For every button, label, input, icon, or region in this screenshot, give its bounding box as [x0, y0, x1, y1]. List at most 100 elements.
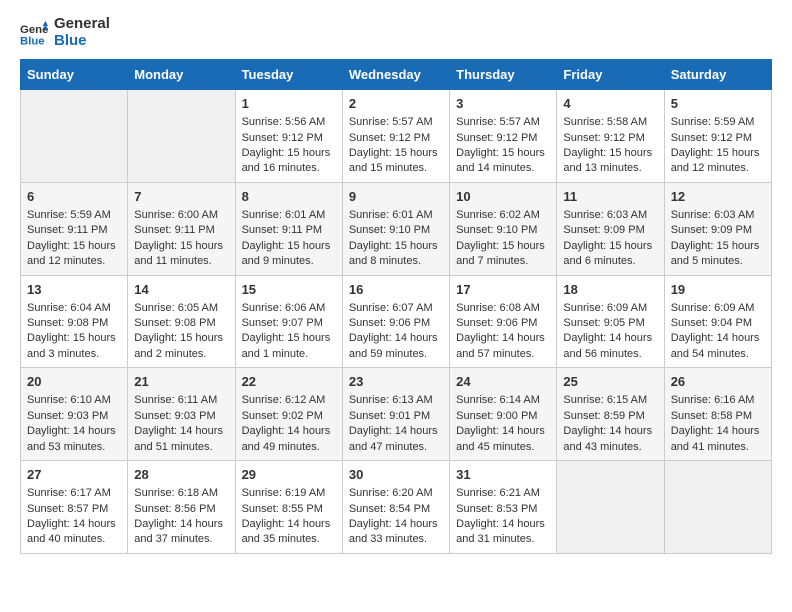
day-number: 3	[456, 95, 550, 113]
sunset-text: Sunset: 9:03 PM	[27, 409, 121, 424]
day-number: 30	[349, 466, 443, 484]
calendar-cell: 18 Sunrise: 6:09 AMSunset: 9:05 PMDayligh…	[557, 275, 664, 368]
sunrise-text: Sunrise: 6:13 AM	[349, 393, 443, 408]
day-number: 8	[242, 188, 336, 206]
daylight-text: Daylight: 15 hours and 5 minutes.	[671, 239, 765, 270]
sunset-text: Sunset: 8:59 PM	[563, 409, 657, 424]
day-number: 31	[456, 466, 550, 484]
week-row-0: 1Sunrise: 5:56 AMSunset: 9:12 PMDaylight…	[21, 90, 772, 183]
calendar-cell: 31Sunrise: 6:21 AMSunset: 8:53 PMDayligh…	[450, 461, 557, 554]
sunrise-text: Sunrise: 6:05 AM	[134, 301, 228, 316]
header-day-monday: Monday	[128, 60, 235, 90]
day-number: 28	[134, 466, 228, 484]
day-number: 26	[671, 373, 765, 391]
sunrise-text: Sunrise: 6:03 AM	[563, 208, 657, 223]
sunset-text: Sunset: 9:08 PM	[134, 316, 228, 331]
sunrise-text: Sunrise: 6:03 AM	[671, 208, 765, 223]
sunset-text: Sunset: 9:10 PM	[456, 223, 550, 238]
sunrise-text: Sunrise: 5:59 AM	[671, 115, 765, 130]
daylight-text: Daylight: 15 hours and 16 minutes.	[242, 146, 336, 177]
sunset-text: Sunset: 8:55 PM	[242, 502, 336, 517]
calendar-cell: 12Sunrise: 6:03 AMSunset: 9:09 PMDayligh…	[664, 182, 771, 275]
day-number: 22	[242, 373, 336, 391]
calendar-cell: 19Sunrise: 6:09 AMSunset: 9:04 PMDayligh…	[664, 275, 771, 368]
daylight-text: Daylight: 15 hours and 8 minutes.	[349, 239, 443, 270]
day-number: 24	[456, 373, 550, 391]
calendar-cell	[664, 461, 771, 554]
daylight-text: Daylight: 14 hours and 37 minutes.	[134, 517, 228, 548]
daylight-text: Daylight: 14 hours and 51 minutes.	[134, 424, 228, 455]
sunrise-text: Sunrise: 6:11 AM	[134, 393, 228, 408]
daylight-text: Daylight: 14 hours and 57 minutes.	[456, 331, 550, 362]
daylight-text: Daylight: 14 hours and 31 minutes.	[456, 517, 550, 548]
sunset-text: Sunset: 9:06 PM	[456, 316, 550, 331]
day-number: 19	[671, 281, 765, 299]
daylight-text: Daylight: 15 hours and 1 minute.	[242, 331, 336, 362]
calendar-cell: 26Sunrise: 6:16 AMSunset: 8:58 PMDayligh…	[664, 368, 771, 461]
daylight-text: Daylight: 14 hours and 33 minutes.	[349, 517, 443, 548]
week-row-1: 6Sunrise: 5:59 AMSunset: 9:11 PMDaylight…	[21, 182, 772, 275]
calendar-cell: 13Sunrise: 6:04 AMSunset: 9:08 PMDayligh…	[21, 275, 128, 368]
daylight-text: Daylight: 14 hours and 35 minutes.	[242, 517, 336, 548]
sunset-text: Sunset: 9:04 PM	[671, 316, 765, 331]
calendar-cell: 5Sunrise: 5:59 AMSunset: 9:12 PMDaylight…	[664, 90, 771, 183]
sunrise-text: Sunrise: 5:57 AM	[456, 115, 550, 130]
calendar-cell: 8Sunrise: 6:01 AMSunset: 9:11 PMDaylight…	[235, 182, 342, 275]
sunset-text: Sunset: 9:06 PM	[349, 316, 443, 331]
day-number: 16	[349, 281, 443, 299]
logo: General Blue General Blue	[20, 16, 110, 49]
sunset-text: Sunset: 9:11 PM	[134, 223, 228, 238]
calendar-header: SundayMondayTuesdayWednesdayThursdayFrid…	[21, 60, 772, 90]
sunset-text: Sunset: 9:11 PM	[27, 223, 121, 238]
calendar-cell: 6Sunrise: 5:59 AMSunset: 9:11 PMDaylight…	[21, 182, 128, 275]
day-number: 23	[349, 373, 443, 391]
sunrise-text: Sunrise: 6:20 AM	[349, 486, 443, 501]
sunrise-text: Sunrise: 6:19 AM	[242, 486, 336, 501]
sunrise-text: Sunrise: 6:12 AM	[242, 393, 336, 408]
sunset-text: Sunset: 9:10 PM	[349, 223, 443, 238]
day-number: 18	[563, 281, 657, 299]
week-row-2: 13Sunrise: 6:04 AMSunset: 9:08 PMDayligh…	[21, 275, 772, 368]
calendar-cell	[557, 461, 664, 554]
daylight-text: Daylight: 14 hours and 49 minutes.	[242, 424, 336, 455]
daylight-text: Daylight: 15 hours and 6 minutes.	[563, 239, 657, 270]
day-number: 9	[349, 188, 443, 206]
sunset-text: Sunset: 9:02 PM	[242, 409, 336, 424]
calendar-cell: 21Sunrise: 6:11 AMSunset: 9:03 PMDayligh…	[128, 368, 235, 461]
logo-icon: General Blue	[20, 19, 48, 47]
day-number: 20	[27, 373, 121, 391]
sunrise-text: Sunrise: 6:06 AM	[242, 301, 336, 316]
calendar-cell: 15Sunrise: 6:06 AMSunset: 9:07 PMDayligh…	[235, 275, 342, 368]
sunset-text: Sunset: 9:09 PM	[671, 223, 765, 238]
calendar-cell: 24Sunrise: 6:14 AMSunset: 9:00 PMDayligh…	[450, 368, 557, 461]
sunset-text: Sunset: 9:05 PM	[563, 316, 657, 331]
sunset-text: Sunset: 9:09 PM	[563, 223, 657, 238]
sunrise-text: Sunrise: 6:02 AM	[456, 208, 550, 223]
week-row-3: 20Sunrise: 6:10 AMSunset: 9:03 PMDayligh…	[21, 368, 772, 461]
daylight-text: Daylight: 14 hours and 54 minutes.	[671, 331, 765, 362]
sunset-text: Sunset: 8:58 PM	[671, 409, 765, 424]
daylight-text: Daylight: 15 hours and 15 minutes.	[349, 146, 443, 177]
sunrise-text: Sunrise: 6:09 AM	[563, 301, 657, 316]
calendar-cell: 3Sunrise: 5:57 AMSunset: 9:12 PMDaylight…	[450, 90, 557, 183]
sunset-text: Sunset: 9:12 PM	[242, 131, 336, 146]
sunset-text: Sunset: 9:12 PM	[563, 131, 657, 146]
sunset-text: Sunset: 9:12 PM	[349, 131, 443, 146]
calendar-cell	[21, 90, 128, 183]
calendar-cell: 10Sunrise: 6:02 AMSunset: 9:10 PMDayligh…	[450, 182, 557, 275]
daylight-text: Daylight: 14 hours and 56 minutes.	[563, 331, 657, 362]
sunset-text: Sunset: 9:07 PM	[242, 316, 336, 331]
daylight-text: Daylight: 14 hours and 41 minutes.	[671, 424, 765, 455]
calendar-cell: 28Sunrise: 6:18 AMSunset: 8:56 PMDayligh…	[128, 461, 235, 554]
daylight-text: Daylight: 14 hours and 45 minutes.	[456, 424, 550, 455]
day-number: 13	[27, 281, 121, 299]
day-number: 14	[134, 281, 228, 299]
daylight-text: Daylight: 14 hours and 40 minutes.	[27, 517, 121, 548]
sunrise-text: Sunrise: 6:15 AM	[563, 393, 657, 408]
header-day-tuesday: Tuesday	[235, 60, 342, 90]
sunset-text: Sunset: 9:11 PM	[242, 223, 336, 238]
week-row-4: 27Sunrise: 6:17 AMSunset: 8:57 PMDayligh…	[21, 461, 772, 554]
calendar-cell: 22 Sunrise: 6:12 AMSunset: 9:02 PMDayligh…	[235, 368, 342, 461]
calendar-cell: 1Sunrise: 5:56 AMSunset: 9:12 PMDaylight…	[235, 90, 342, 183]
sunset-text: Sunset: 8:53 PM	[456, 502, 550, 517]
